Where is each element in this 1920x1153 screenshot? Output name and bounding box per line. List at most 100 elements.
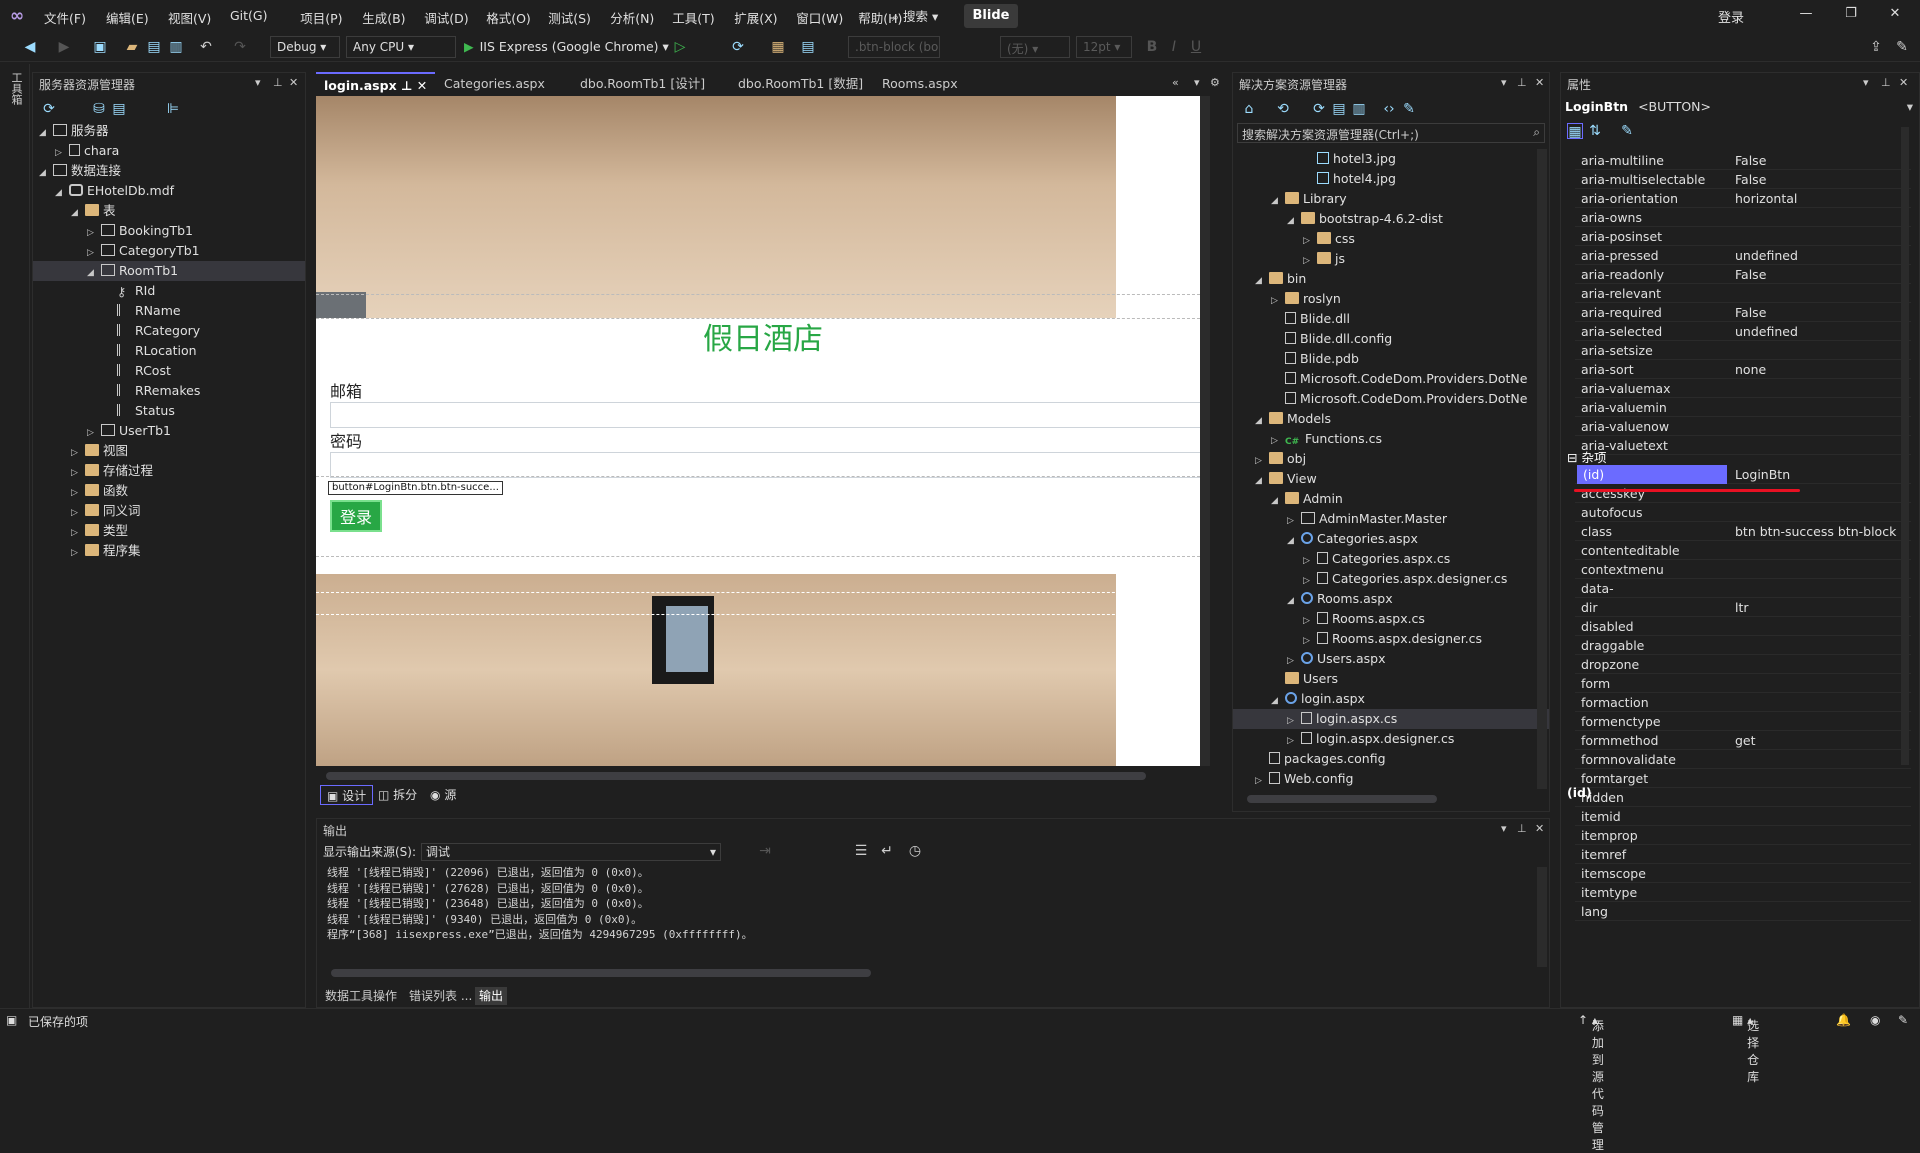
property-row[interactable]: draggable	[1575, 636, 1911, 655]
property-row[interactable]: formenctype	[1575, 712, 1911, 731]
tree-item[interactable]: ◢ Admin	[1271, 489, 1343, 509]
pin-icon[interactable]: ⊥	[1517, 822, 1527, 835]
share-icon[interactable]: ⇪	[1868, 39, 1884, 55]
visual-studio-logo-icon[interactable]: ∞	[10, 6, 34, 26]
feedback-icon[interactable]: ✎	[1898, 1013, 1908, 1027]
property-row[interactable]: itemscope	[1575, 864, 1911, 883]
open-folder-icon[interactable]: ▰	[124, 39, 140, 55]
tree-item[interactable]: ◢ RoomTb1	[33, 261, 305, 281]
tree-item[interactable]: Blide.pdb	[1271, 349, 1359, 369]
property-row[interactable]: aria-setsize	[1575, 341, 1911, 360]
expander-icon[interactable]: ◢	[1271, 191, 1285, 211]
tree-item[interactable]: ◢ bootstrap-4.6.2-dist	[1287, 209, 1443, 229]
property-value[interactable]: False	[1735, 151, 1766, 170]
bottom-tab[interactable]: 数据工具操作	[321, 987, 401, 1005]
tree-item[interactable]: Users	[1271, 669, 1338, 689]
start-debugging-button[interactable]: ▶ IIS Express (Google Chrome) ▾	[464, 36, 669, 58]
property-row[interactable]: aria-posinset	[1575, 227, 1911, 246]
property-row[interactable]: accesskey	[1575, 484, 1911, 503]
font-size-dropdown[interactable]: 12pt ▾	[1076, 36, 1132, 58]
property-row[interactable]: contextmenu	[1575, 560, 1911, 579]
close-tab-icon[interactable]: ✕	[417, 78, 427, 93]
property-row[interactable]: aria-valuenow	[1575, 417, 1911, 436]
expander-icon[interactable]: ▷	[71, 483, 85, 503]
expander-icon[interactable]: ▷	[1255, 451, 1269, 471]
refresh-icon[interactable]: ⟳	[730, 39, 746, 55]
property-row[interactable]: formmethod get	[1575, 731, 1911, 750]
property-row[interactable]: class btn btn-success btn-block	[1575, 522, 1911, 541]
panel-dropdown-icon[interactable]: ▾	[1501, 76, 1507, 89]
menu-item[interactable]: 项目(P)	[300, 8, 342, 27]
expander-icon[interactable]: ▷	[71, 503, 85, 523]
property-row[interactable]: aria-valuemax	[1575, 379, 1911, 398]
bell-icon[interactable]: 🔔	[1836, 1013, 1851, 1027]
tree-item[interactable]: ▷ chara	[55, 141, 119, 161]
property-value[interactable]: LoginBtn	[1735, 465, 1790, 484]
tree-item[interactable]: ◢ EHotelDb.mdf	[55, 181, 174, 201]
tree-item[interactable]: Microsoft.CodeDom.Providers.DotNe	[1271, 389, 1527, 409]
design-surface[interactable]: 假日酒店 邮箱 密码 button#LoginBtn.btn.btn-succe…	[316, 96, 1210, 766]
browser-link-icon[interactable]: ▦	[770, 39, 786, 55]
tree-item[interactable]: ▷ roslyn	[1271, 289, 1341, 309]
login-button[interactable]: 登录	[330, 500, 382, 532]
tree-item[interactable]: ▷ 函数	[71, 481, 128, 501]
tree-item[interactable]: ▷ Rooms.aspx.cs	[1303, 609, 1425, 629]
menu-item[interactable]: 编辑(E)	[106, 8, 149, 27]
designer-vertical-scrollbar[interactable]	[1200, 96, 1210, 766]
property-row[interactable]: aria-multiline False	[1575, 151, 1911, 170]
tree-item[interactable]: ◢ View	[1255, 469, 1317, 489]
property-row[interactable]: (id) LoginBtn	[1575, 465, 1911, 484]
output-horizontal-scrollbar[interactable]	[331, 969, 871, 977]
expander-icon[interactable]: ▷	[71, 443, 85, 463]
tree-item[interactable]: ◢ Categories.aspx	[1287, 529, 1418, 549]
tree-item[interactable]: ◢ Rooms.aspx	[1287, 589, 1393, 609]
css-class-dropdown[interactable]: .btn-block (bo	[848, 36, 940, 58]
property-row[interactable]: data-	[1575, 579, 1911, 598]
document-tab[interactable]: login.aspx ⊥ ✕	[316, 72, 436, 96]
expander-icon[interactable]: ◢	[1271, 491, 1285, 511]
property-row[interactable]: autofocus	[1575, 503, 1911, 522]
property-row[interactable]: aria-pressed undefined	[1575, 246, 1911, 265]
property-row[interactable]: aria-orientation horizontal	[1575, 189, 1911, 208]
back-icon[interactable]: ◀	[22, 39, 38, 55]
expander-icon[interactable]: ▷	[1303, 251, 1317, 271]
panel-close-icon[interactable]: ✕	[1535, 822, 1544, 835]
password-field[interactable]	[330, 452, 1210, 478]
pin-icon[interactable]: ⊥	[1517, 76, 1527, 89]
expander-icon[interactable]: ◢	[87, 263, 101, 283]
panel-dropdown-icon[interactable]: ▾	[255, 76, 261, 89]
property-value[interactable]: horizontal	[1735, 189, 1797, 208]
property-row[interactable]: aria-valuemin	[1575, 398, 1911, 417]
start-without-debugging-icon[interactable]: ▷	[672, 39, 688, 55]
tree-item[interactable]: ◢ bin	[1255, 269, 1306, 289]
tree-item[interactable]: ▷ Users.aspx	[1287, 649, 1385, 669]
tree-item[interactable]: ◢ Library	[1271, 189, 1347, 209]
property-row[interactable]: dir ltr	[1575, 598, 1911, 617]
expander-icon[interactable]: ▷	[1303, 631, 1317, 651]
panel-close-icon[interactable]: ✕	[289, 76, 298, 89]
document-tab[interactable]: dbo.RoomTb1 [数据]	[730, 72, 871, 96]
panel-dropdown-icon[interactable]: ▾	[1863, 76, 1869, 89]
expander-icon[interactable]: ▷	[71, 543, 85, 563]
tree-item[interactable]: Blide.dll	[1271, 309, 1350, 329]
property-value[interactable]: btn btn-success btn-block	[1735, 522, 1896, 541]
expander-icon[interactable]: ▷	[1271, 291, 1285, 311]
tree-item[interactable]: ▷ 存储过程	[71, 461, 153, 481]
expander-icon[interactable]: ▷	[1255, 771, 1269, 791]
property-row[interactable]: itemid	[1575, 807, 1911, 826]
document-tab[interactable]: Rooms.aspx	[874, 72, 966, 96]
layout-icon[interactable]: ▤	[800, 39, 816, 55]
expander-icon[interactable]: ▷	[55, 143, 69, 163]
tree-item[interactable]: hotel4.jpg	[1303, 169, 1396, 189]
expander-icon[interactable]: ◢	[1255, 411, 1269, 431]
collapse-all-icon[interactable]: ▤	[1331, 101, 1347, 117]
tree-item[interactable]: ▷ Categories.aspx.designer.cs	[1303, 569, 1507, 589]
tab-dropdown-icon[interactable]: ▾	[1194, 76, 1200, 89]
alphabetical-icon[interactable]: ⇅	[1587, 123, 1603, 139]
expander-icon[interactable]: ◢	[1271, 691, 1285, 711]
properties-scrollbar[interactable]	[1901, 127, 1909, 765]
connect-server-icon[interactable]: ▤	[111, 101, 127, 117]
tree-item[interactable]: ▷ 同义词	[71, 501, 141, 521]
repository-button[interactable]: ▦ 选择仓库 ▴	[1732, 1013, 1759, 1084]
expander-icon[interactable]: ▷	[1303, 231, 1317, 251]
